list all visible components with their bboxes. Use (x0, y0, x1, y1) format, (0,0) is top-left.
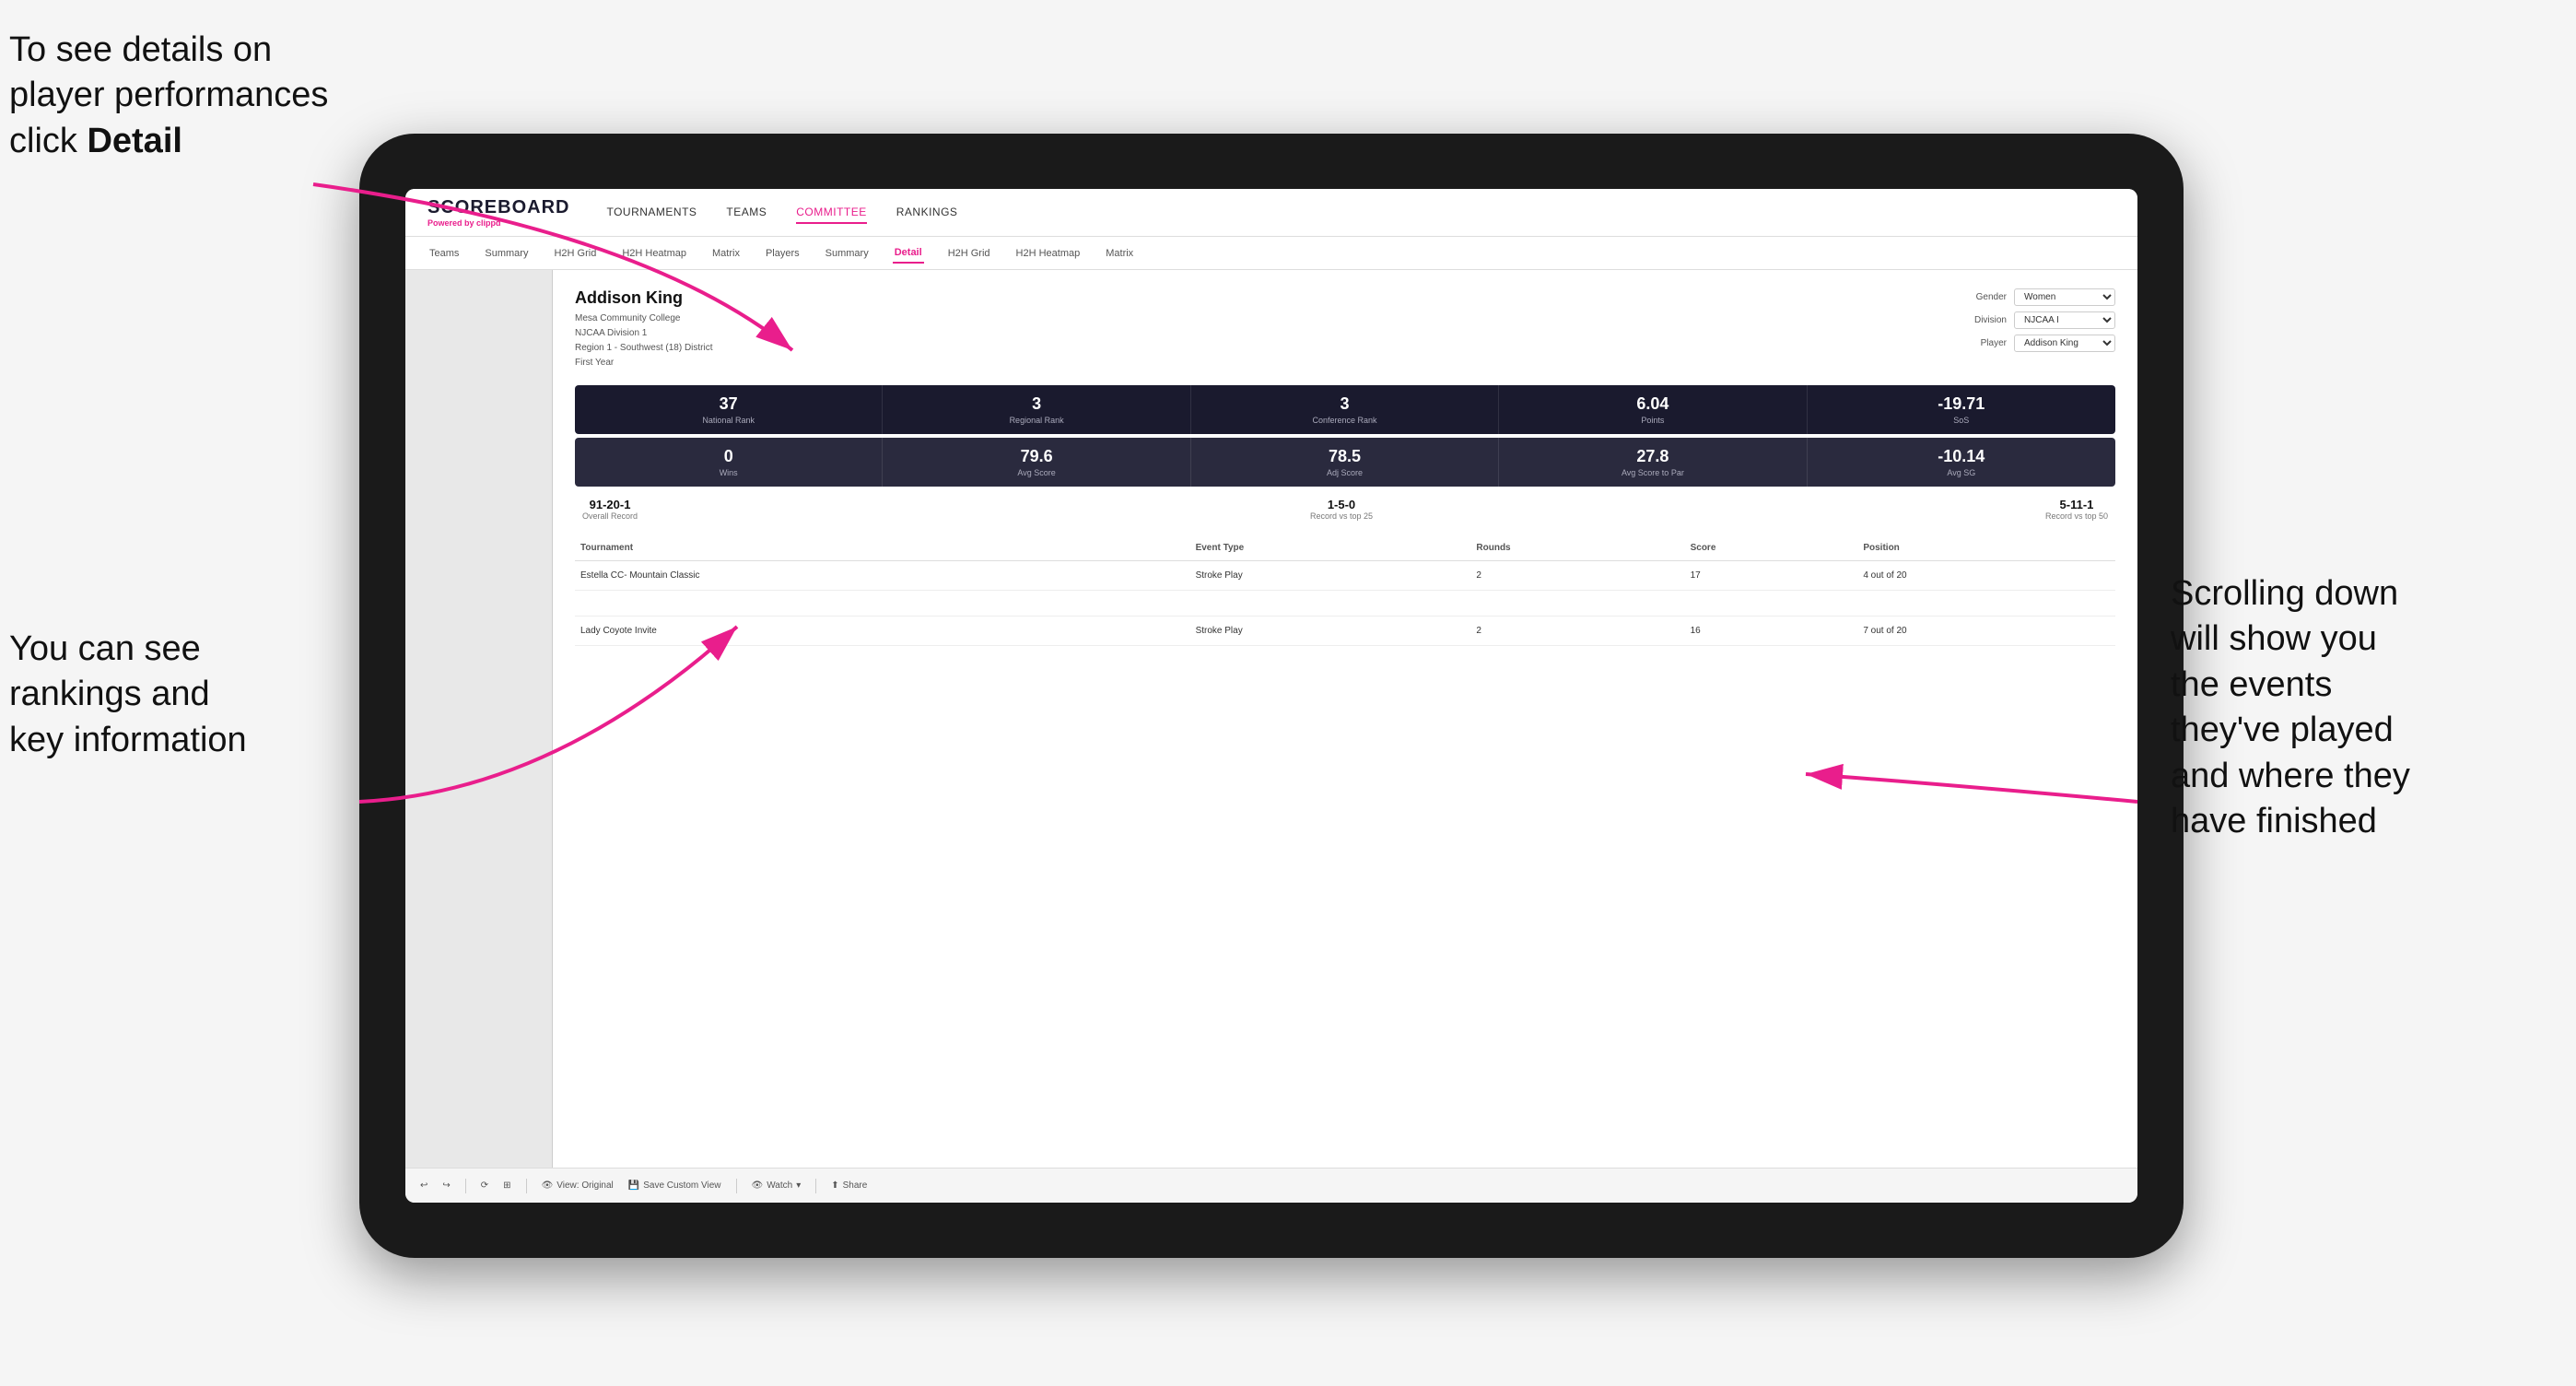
player-header: Addison King Mesa Community College NJCA… (575, 288, 2115, 370)
player-name: Addison King (575, 288, 713, 308)
bottom-toolbar: ↩ ↪ ⟳ ⊞ 👁 View: Original 💾 Save Custom V… (405, 1168, 2137, 1203)
player-select[interactable]: Addison King (2014, 335, 2115, 352)
sub-navigation: Teams Summary H2H Grid H2H Heatmap Matri… (405, 237, 2137, 270)
share-button[interactable]: ⬆ Share (831, 1180, 867, 1191)
col-tournament: Tournament (575, 535, 1190, 561)
stat-wins: 0 Wins (575, 438, 883, 487)
col-position: Position (1857, 535, 2115, 561)
tablet-device: SCOREBOARD Powered by clippd TOURNAMENTS… (359, 134, 2184, 1258)
record-overall: 91-20-1 Overall Record (582, 498, 638, 521)
view-original-button[interactable]: 👁 View: Original (542, 1180, 614, 1191)
stats-row-2: 0 Wins 79.6 Avg Score 78.5 Adj Score 27.… (575, 438, 2115, 487)
stat-avg-score: 79.6 Avg Score (883, 438, 1190, 487)
position-3: 7 out of 20 (1857, 617, 2115, 646)
col-rounds: Rounds (1470, 535, 1684, 561)
subnav-h2h-grid[interactable]: H2H Grid (552, 244, 598, 263)
subnav-h2h-heatmap[interactable]: H2H Heatmap (620, 244, 688, 263)
subnav-detail[interactable]: Detail (893, 243, 924, 264)
rounds-1: 2 (1470, 561, 1684, 591)
top-navigation: SCOREBOARD Powered by clippd TOURNAMENTS… (405, 189, 2137, 237)
nav-teams[interactable]: TEAMS (726, 202, 767, 224)
redo-button[interactable]: ↪ (442, 1180, 450, 1191)
player-info: Addison King Mesa Community College NJCA… (575, 288, 713, 370)
tournament-name-3: Lady Coyote Invite (575, 617, 1190, 646)
stat-avg-score-par: 27.8 Avg Score to Par (1499, 438, 1807, 487)
rounds-3: 2 (1470, 617, 1684, 646)
stats-row-1: 37 National Rank 3 Regional Rank 3 Confe… (575, 385, 2115, 434)
stat-sos: -19.71 SoS (1808, 385, 2115, 434)
share-icon: ⬆ (831, 1180, 838, 1191)
subnav-h2h-grid2[interactable]: H2H Grid (946, 244, 992, 263)
nav-committee[interactable]: COMMITTEE (796, 202, 867, 224)
event-type-1: Stroke Play (1190, 561, 1471, 591)
division-select[interactable]: NJCAA I (2014, 311, 2115, 329)
stat-national-rank: 37 National Rank (575, 385, 883, 434)
tournament-name-1: Estella CC- Mountain Classic (575, 561, 1190, 591)
col-event-type: Event Type (1190, 535, 1471, 561)
gender-control: Gender Women (1962, 288, 2115, 306)
position-1: 4 out of 20 (1857, 561, 2115, 591)
view-original-icon: 👁 (542, 1180, 554, 1191)
nav-rankings[interactable]: RANKINGS (896, 202, 958, 224)
center-content: Addison King Mesa Community College NJCA… (553, 270, 2137, 1168)
stat-regional-rank: 3 Regional Rank (883, 385, 1190, 434)
table-row-empty (575, 591, 2115, 617)
table-row: Lady Coyote Invite Stroke Play 2 16 7 ou… (575, 617, 2115, 646)
score-3: 16 (1685, 617, 1858, 646)
event-type-3: Stroke Play (1190, 617, 1471, 646)
subnav-h2h-heatmap2[interactable]: H2H Heatmap (1014, 244, 1083, 263)
nav-tournaments[interactable]: TOURNAMENTS (606, 202, 697, 224)
logo-scoreboard: SCOREBOARD (427, 197, 569, 218)
tournament-table: Tournament Event Type Rounds Score Posit… (575, 535, 2115, 646)
subnav-teams[interactable]: Teams (427, 244, 461, 263)
score-1: 17 (1685, 561, 1858, 591)
zoom-button[interactable]: ⊞ (503, 1180, 510, 1191)
left-panel (405, 270, 553, 1168)
stat-points: 6.04 Points (1499, 385, 1807, 434)
toolbar-separator-4 (815, 1179, 816, 1193)
record-top25: 1-5-0 Record vs top 25 (1310, 498, 1373, 521)
stat-conference-rank: 3 Conference Rank (1191, 385, 1499, 434)
logo-area: SCOREBOARD Powered by clippd (427, 197, 569, 228)
col-score: Score (1685, 535, 1858, 561)
table-row: Estella CC- Mountain Classic Stroke Play… (575, 561, 2115, 591)
save-custom-button[interactable]: 💾 Save Custom View (628, 1180, 721, 1191)
subnav-players[interactable]: Players (764, 244, 802, 263)
stat-adj-score: 78.5 Adj Score (1191, 438, 1499, 487)
watch-button[interactable]: 👁 Watch ▾ (752, 1180, 802, 1191)
player-control: Player Addison King (1962, 335, 2115, 352)
player-region: Region 1 - Southwest (18) District (575, 343, 713, 353)
main-content: Addison King Mesa Community College NJCA… (405, 270, 2137, 1168)
toolbar-separator (465, 1179, 466, 1193)
gender-select[interactable]: Women (2014, 288, 2115, 306)
gender-label: Gender (1962, 292, 2007, 302)
annotation-bottomleft: You can see rankings and key information (9, 627, 369, 763)
refresh-button[interactable]: ⟳ (481, 1180, 488, 1191)
top-nav-items: TOURNAMENTS TEAMS COMMITTEE RANKINGS (606, 202, 957, 224)
undo-button[interactable]: ↩ (420, 1180, 427, 1191)
subnav-summary2[interactable]: Summary (824, 244, 871, 263)
records-row: 91-20-1 Overall Record 1-5-0 Record vs t… (575, 498, 2115, 521)
record-top50: 5-11-1 Record vs top 50 (2045, 498, 2108, 521)
subnav-matrix[interactable]: Matrix (710, 244, 742, 263)
toolbar-separator-3 (736, 1179, 737, 1193)
player-label: Player (1962, 338, 2007, 348)
save-icon: 💾 (628, 1180, 639, 1191)
watch-icon: 👁 (752, 1180, 764, 1191)
tablet-screen: SCOREBOARD Powered by clippd TOURNAMENTS… (405, 189, 2137, 1203)
player-controls: Gender Women Division NJCAA I (1962, 288, 2115, 352)
subnav-summary[interactable]: Summary (483, 244, 530, 263)
division-control: Division NJCAA I (1962, 311, 2115, 329)
logo-powered: Powered by clippd (427, 218, 569, 228)
player-year: First Year (575, 358, 614, 368)
annotation-right: Scrolling down will show you the events … (2171, 571, 2558, 844)
subnav-matrix2[interactable]: Matrix (1104, 244, 1135, 263)
division-label: Division (1962, 315, 2007, 325)
stat-avg-sg: -10.14 Avg SG (1808, 438, 2115, 487)
player-division: NJCAA Division 1 (575, 328, 647, 338)
player-college: Mesa Community College (575, 313, 681, 323)
toolbar-separator-2 (526, 1179, 527, 1193)
annotation-topleft: To see details on player performances cl… (9, 28, 359, 164)
